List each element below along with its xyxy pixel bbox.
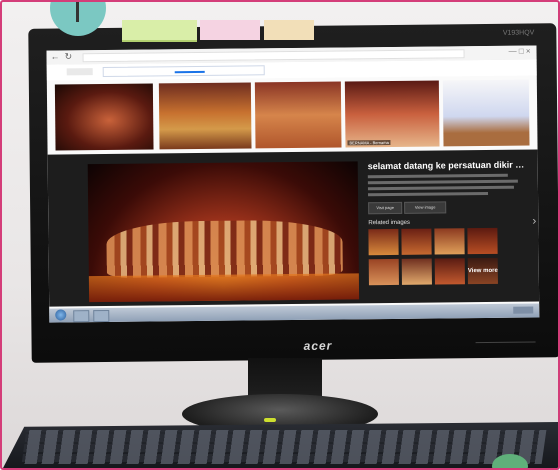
image-preview-panel: selamat datang ke persatuan dikir ba… Vi… (47, 149, 540, 307)
related-image[interactable] (401, 258, 432, 285)
monitor-model-label: V193HQV (502, 29, 535, 37)
images-tab-indicator[interactable] (174, 70, 205, 74)
related-images-heading: Related images (368, 219, 411, 227)
computer-monitor: V193HQV ← ↻ — □ × BERNAMA - Bernama sela… (28, 23, 558, 363)
taskbar-app-icon[interactable] (73, 310, 90, 323)
preview-title[interactable]: selamat datang ke persatuan dikir ba… (368, 160, 528, 173)
preview-actions: Visit page View image (368, 201, 528, 215)
stage-floor (88, 273, 360, 303)
related-image[interactable] (401, 228, 432, 255)
view-image-button[interactable]: View image (404, 201, 447, 214)
performers-group (106, 219, 343, 278)
monitor-screen: ← ↻ — □ × BERNAMA - Bernama selamat data… (46, 45, 540, 323)
power-led (264, 418, 276, 422)
thumbnail-caption: BERNAMA - Bernama (347, 139, 391, 146)
photo-frame: V193HQV ← ↻ — □ × BERNAMA - Bernama sela… (0, 0, 560, 470)
start-button-icon[interactable] (55, 309, 67, 321)
sticky-note-green (122, 20, 197, 42)
related-image[interactable] (434, 228, 465, 255)
monitor-buttons (475, 341, 536, 348)
search-logo (66, 68, 93, 76)
taskbar (49, 303, 540, 323)
badge-marker (76, 2, 79, 22)
image-result-thumbnail[interactable] (158, 82, 252, 150)
view-more-tile[interactable]: View more (467, 257, 498, 285)
sticky-note-pink (200, 20, 260, 40)
sticky-note-tan (264, 20, 314, 40)
system-clock (513, 306, 534, 314)
related-images-grid: View more (368, 227, 499, 287)
monitor-brand-logo: acer (303, 338, 333, 353)
visit-page-button[interactable]: Visit page (368, 201, 403, 215)
taskbar-app-icon[interactable] (93, 309, 110, 323)
related-image[interactable] (368, 258, 399, 286)
image-result-thumbnail[interactable]: BERNAMA - Bernama (344, 80, 440, 148)
keyboard-keys (21, 430, 547, 464)
next-arrow-icon[interactable]: › (532, 213, 536, 227)
image-result-thumbnail[interactable] (54, 83, 154, 151)
related-image[interactable] (368, 228, 399, 256)
back-arrow-icon[interactable]: ← (51, 51, 60, 61)
image-result-thumbnail[interactable] (254, 81, 342, 149)
preview-info: selamat datang ke persatuan dikir ba… Vi… (368, 160, 529, 302)
related-image[interactable] (434, 258, 465, 285)
image-result-thumbnail[interactable] (442, 79, 530, 147)
preview-image[interactable] (87, 161, 360, 303)
image-results-row: BERNAMA - Bernama (54, 79, 530, 151)
related-image[interactable] (467, 227, 498, 255)
preview-text-line (367, 185, 514, 191)
preview-meta (367, 173, 508, 179)
preview-text-line (368, 191, 489, 197)
preview-text-line (367, 179, 518, 185)
window-controls-icon[interactable]: — □ × (509, 47, 531, 56)
refresh-icon[interactable]: ↻ (65, 51, 73, 62)
